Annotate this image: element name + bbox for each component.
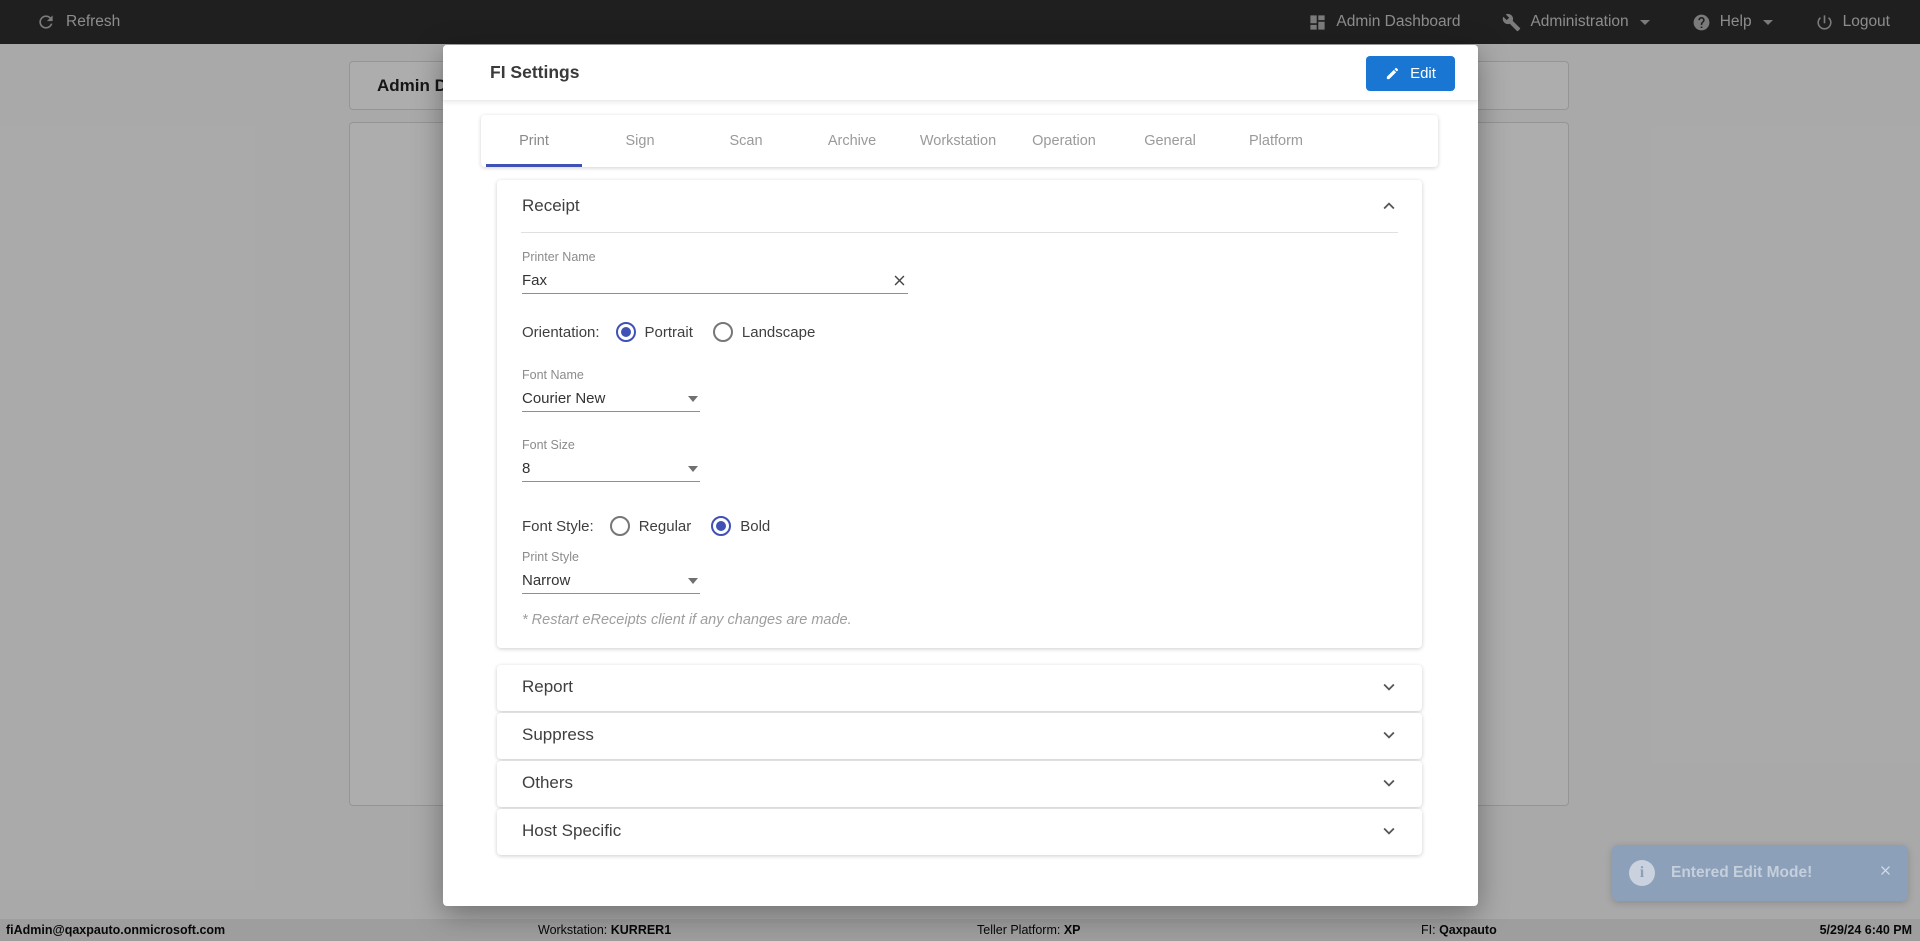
screen: Refresh Admin Dashboard Administration H… xyxy=(0,0,1920,941)
font-size-value: 8 xyxy=(522,460,531,477)
font-style-bold-radio[interactable]: Bold xyxy=(711,516,770,536)
tab-operation[interactable]: Operation xyxy=(1011,115,1117,167)
toast-entered-edit-mode: i Entered Edit Mode! xyxy=(1612,845,1908,901)
dialog-title: FI Settings xyxy=(490,62,580,82)
host-specific-panel-title: Host Specific xyxy=(522,821,622,840)
orientation-group: Orientation: Portrait Landscape xyxy=(522,322,835,342)
pencil-icon xyxy=(1385,66,1400,81)
tab-platform[interactable]: Platform xyxy=(1223,115,1329,167)
chevron-down-icon xyxy=(1378,772,1400,799)
divider xyxy=(521,232,1398,233)
others-panel-header[interactable]: Others xyxy=(497,761,1422,813)
print-style-select[interactable]: Print Style Narrow xyxy=(522,550,700,594)
receipt-panel-header[interactable]: Receipt xyxy=(497,180,1422,232)
toast-close-button[interactable] xyxy=(1878,863,1893,883)
font-size-label: Font Size xyxy=(522,438,575,452)
tab-workstation[interactable]: Workstation xyxy=(905,115,1011,167)
chevron-down-icon xyxy=(1378,676,1400,703)
info-circle-icon: i xyxy=(1629,860,1655,886)
receipt-panel-title: Receipt xyxy=(522,196,580,215)
host-specific-panel: Host Specific xyxy=(497,809,1422,855)
settings-tabs: Print Sign Scan Archive Workstation Oper… xyxy=(481,115,1438,167)
tab-sign[interactable]: Sign xyxy=(587,115,693,167)
font-name-label: Font Name xyxy=(522,368,584,382)
fi-settings-dialog: FI Settings Edit Print Sign Scan Archive… xyxy=(443,45,1478,906)
print-style-label: Print Style xyxy=(522,550,579,564)
suppress-panel-title: Suppress xyxy=(522,725,594,744)
font-name-select[interactable]: Font Name Courier New xyxy=(522,368,700,412)
report-panel-header[interactable]: Report xyxy=(497,665,1422,717)
radio-selected-icon xyxy=(711,516,732,536)
orientation-label: Orientation: xyxy=(522,323,600,341)
radio-unselected-icon xyxy=(609,516,630,536)
toast-message: Entered Edit Mode! xyxy=(1671,864,1813,881)
dialog-header: FI Settings Edit xyxy=(443,45,1478,101)
font-name-value: Courier New xyxy=(522,390,606,407)
suppress-panel: Suppress xyxy=(497,713,1422,759)
receipt-panel: Receipt Printer Name Fax Orientation: Po… xyxy=(497,180,1422,648)
caret-down-icon xyxy=(688,465,698,472)
chevron-down-icon xyxy=(1378,820,1400,847)
edit-button[interactable]: Edit xyxy=(1366,56,1455,91)
font-style-label: Font Style: xyxy=(522,517,594,535)
report-panel: Report xyxy=(497,665,1422,711)
others-panel-title: Others xyxy=(522,773,574,792)
font-style-regular-radio[interactable]: Regular xyxy=(609,516,691,536)
printer-name-field[interactable]: Printer Name Fax xyxy=(522,250,908,294)
orientation-portrait-radio[interactable]: Portrait xyxy=(615,322,693,342)
edit-button-label: Edit xyxy=(1410,65,1436,82)
tab-scan[interactable]: Scan xyxy=(693,115,799,167)
tab-general[interactable]: General xyxy=(1117,115,1223,167)
printer-name-value[interactable]: Fax xyxy=(522,272,547,289)
active-tab-indicator xyxy=(486,164,582,167)
caret-down-icon xyxy=(688,577,698,584)
orientation-landscape-radio[interactable]: Landscape xyxy=(712,322,815,342)
caret-down-icon xyxy=(688,395,698,402)
font-size-select[interactable]: Font Size 8 xyxy=(522,438,700,482)
print-style-value: Narrow xyxy=(522,572,571,589)
host-specific-panel-header[interactable]: Host Specific xyxy=(497,809,1422,861)
suppress-panel-header[interactable]: Suppress xyxy=(497,713,1422,765)
printer-name-label: Printer Name xyxy=(522,250,596,264)
report-panel-title: Report xyxy=(522,677,574,696)
others-panel: Others xyxy=(497,761,1422,807)
font-style-group: Font Style: Regular Bold xyxy=(522,516,790,536)
receipt-restart-note: * Restart eReceipts client if any change… xyxy=(522,612,852,628)
clear-printer-name-button[interactable] xyxy=(891,272,908,289)
chevron-down-icon xyxy=(1378,724,1400,751)
tab-archive[interactable]: Archive xyxy=(799,115,905,167)
tab-print[interactable]: Print xyxy=(481,115,587,167)
radio-unselected-icon xyxy=(712,322,733,342)
radio-selected-icon xyxy=(615,322,636,342)
chevron-up-icon xyxy=(1378,195,1400,222)
